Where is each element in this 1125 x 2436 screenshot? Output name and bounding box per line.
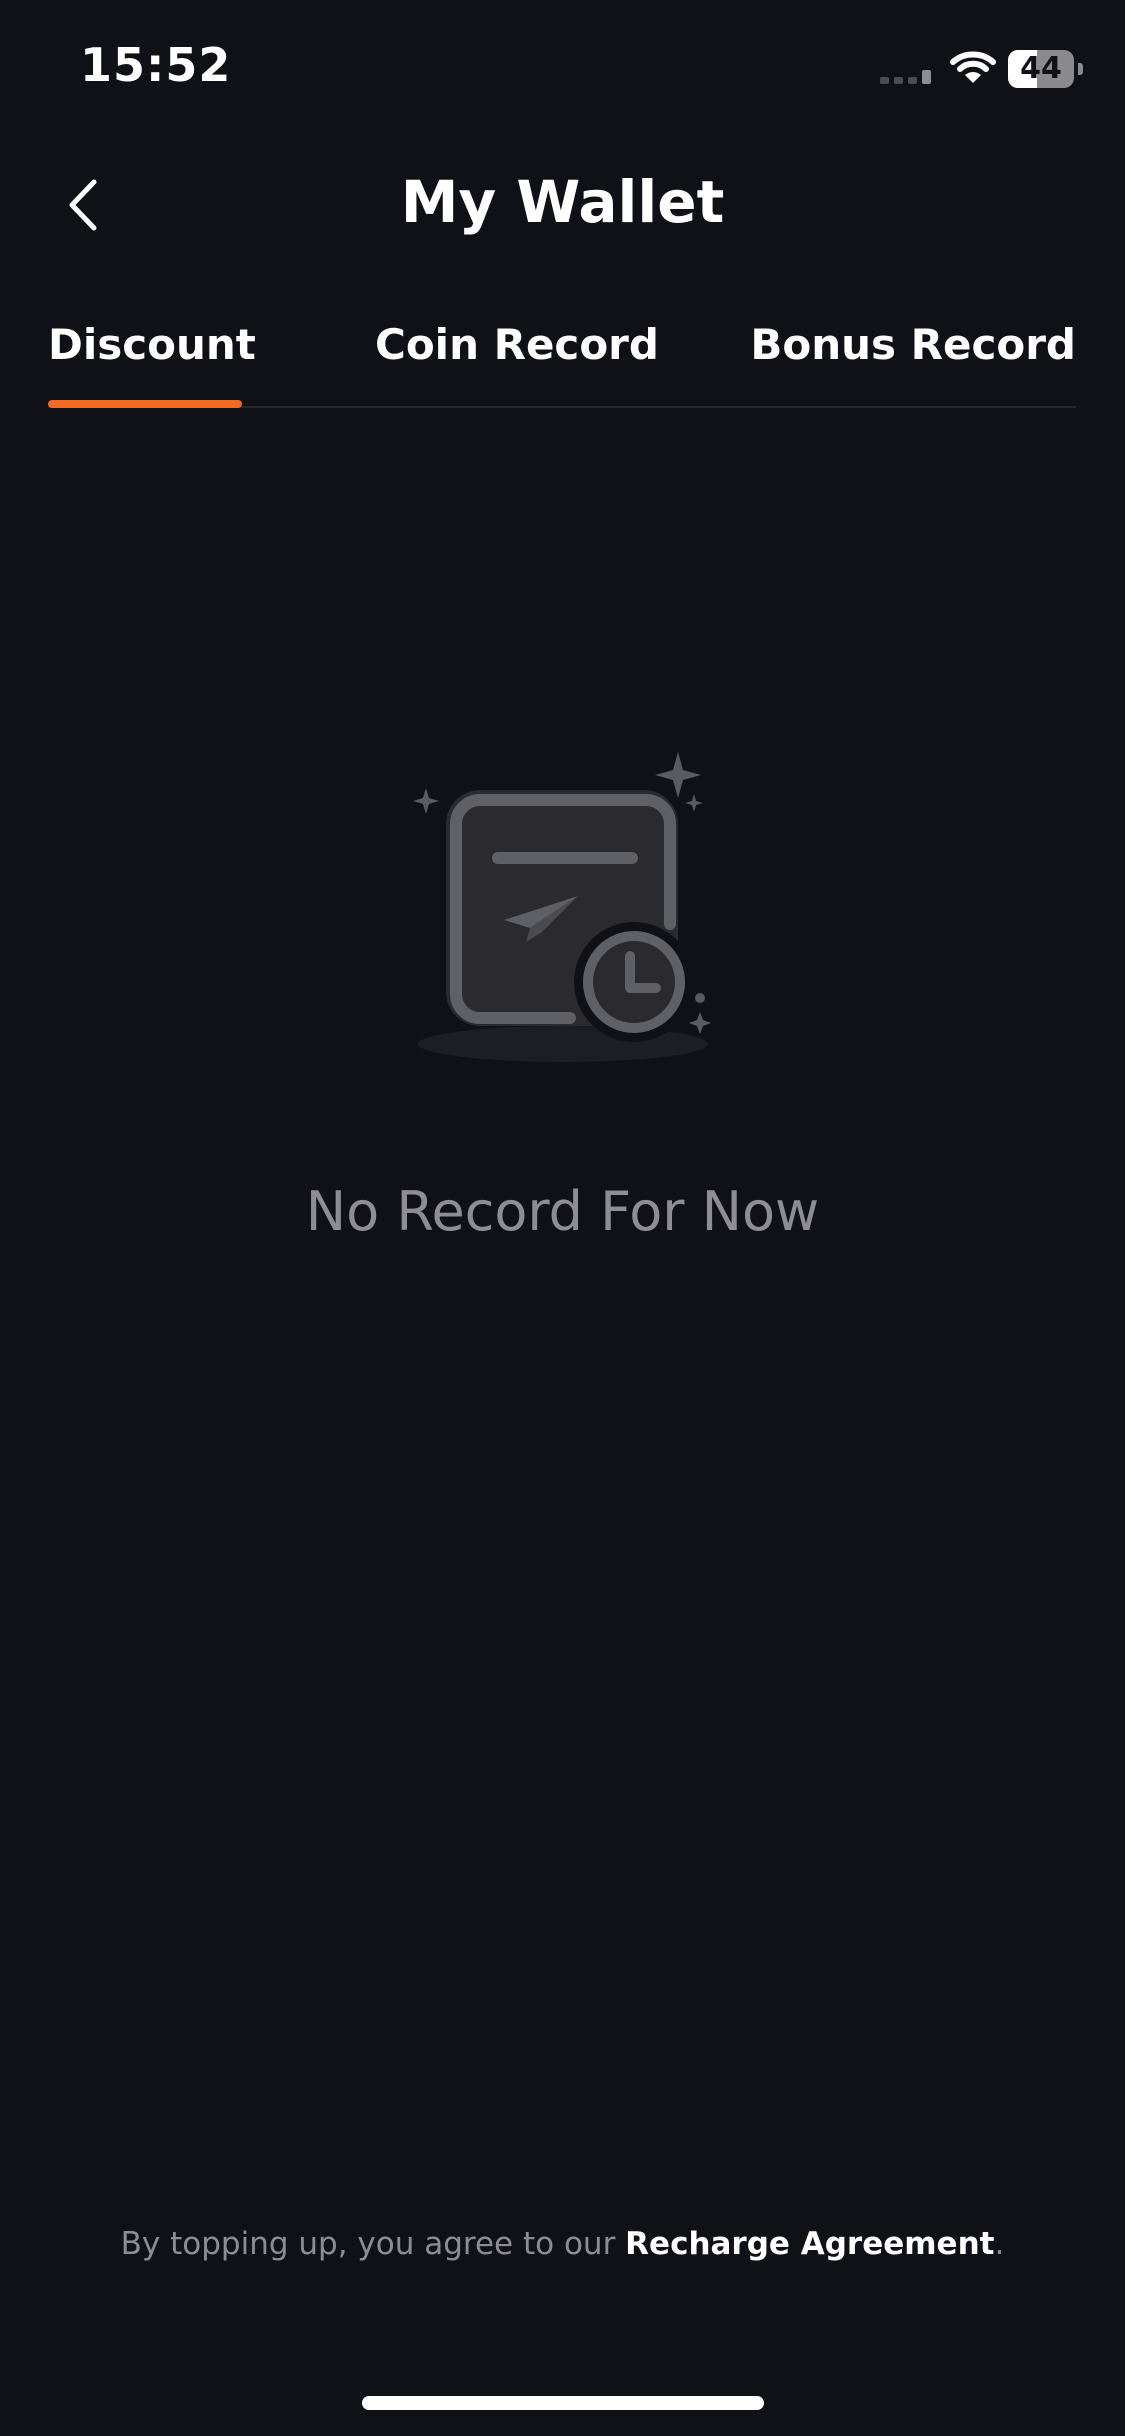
recharge-agreement-link[interactable]: Recharge Agreement — [625, 2226, 994, 2262]
cellular-signal-icon — [880, 70, 931, 84]
agreement-suffix: . — [994, 2226, 1005, 2262]
active-tab-indicator — [48, 400, 242, 408]
tab-bonus-record[interactable]: Bonus Record — [750, 320, 1076, 369]
empty-record-icon — [413, 752, 711, 1062]
tab-coin-record[interactable]: Coin Record — [375, 320, 659, 369]
header: My Wallet — [0, 150, 1125, 260]
recharge-agreement-notice: By topping up, you agree to our Recharge… — [0, 2226, 1125, 2262]
battery-tip — [1078, 63, 1083, 75]
tab-discount[interactable]: Discount — [48, 320, 256, 369]
battery-level-text: 44 — [1020, 51, 1062, 86]
wifi-icon — [950, 51, 996, 83]
status-bar: 15:52 44 — [0, 0, 1125, 140]
agreement-prefix: By topping up, you agree to our — [120, 2226, 626, 2262]
tab-bar: Discount Coin Record Bonus Record — [48, 300, 1076, 408]
battery-indicator: 44 — [1008, 50, 1084, 88]
status-time: 15:52 — [80, 38, 232, 92]
empty-state-message: No Record For Now — [305, 1180, 820, 1243]
home-indicator — [362, 2396, 764, 2410]
page-title: My Wallet — [400, 168, 725, 236]
battery-body: 44 — [1008, 50, 1074, 88]
